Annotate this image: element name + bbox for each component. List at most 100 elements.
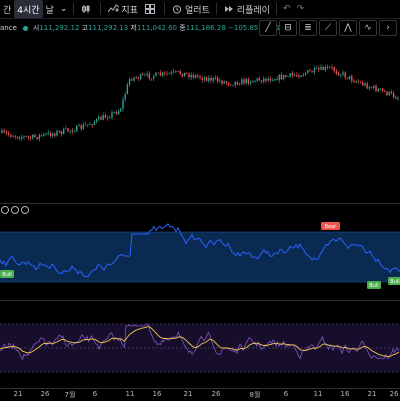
candle-body bbox=[249, 82, 252, 84]
candle-body bbox=[177, 71, 179, 72]
candle-body bbox=[49, 132, 52, 137]
trendline-tool-button[interactable]: ╱ bbox=[259, 20, 277, 36]
candle-body bbox=[223, 81, 225, 84]
candle-body bbox=[78, 125, 80, 127]
candle-body bbox=[373, 85, 375, 88]
ray-tool-button[interactable]: ⟋ bbox=[319, 20, 337, 36]
undo-button[interactable]: ↶ bbox=[280, 0, 294, 18]
candle-body bbox=[150, 78, 153, 80]
candle-body bbox=[333, 67, 335, 72]
interval-dropdown-button[interactable]: ⌄ bbox=[57, 0, 71, 18]
candle-body bbox=[260, 80, 263, 82]
path-icon: ∿ bbox=[364, 23, 372, 33]
rsi-pane[interactable] bbox=[0, 304, 400, 386]
replay-button[interactable]: 리플레이 bbox=[220, 0, 273, 18]
candle-body bbox=[155, 72, 157, 77]
candle-body bbox=[203, 77, 206, 80]
symbol-name[interactable]: ance bbox=[0, 24, 17, 32]
interval-minute-button[interactable]: 간 bbox=[0, 0, 14, 18]
candle-body bbox=[89, 124, 91, 126]
candle-body bbox=[29, 137, 32, 139]
candle-body bbox=[84, 124, 87, 126]
candle-body bbox=[14, 136, 16, 138]
time-axis[interactable]: 21 26 7월 6 11 16 21 26 8월 6 11 16 21 26 bbox=[0, 388, 400, 401]
candle-body bbox=[291, 73, 294, 76]
candle-body bbox=[106, 117, 109, 119]
candle-body bbox=[335, 71, 338, 74]
chart-toolbar: 간 4시간 날 ⌄ 지표 얼러트 리플레이 ↶ ↷ bbox=[0, 0, 400, 19]
oscillator-pane[interactable]: Bear Bull Bull Bull bbox=[0, 214, 400, 296]
candle-body bbox=[282, 74, 285, 80]
bear-tag-label: Bear bbox=[325, 224, 338, 230]
candle-body bbox=[153, 76, 155, 79]
trendline-icon: ╱ bbox=[265, 23, 271, 33]
candle-body bbox=[120, 108, 122, 112]
candle-body bbox=[93, 121, 96, 125]
candle-body bbox=[263, 78, 265, 82]
candle-body bbox=[348, 75, 351, 79]
grid-icon bbox=[144, 3, 156, 15]
candle-body bbox=[247, 78, 250, 84]
candle-body bbox=[379, 88, 382, 90]
candle-body bbox=[340, 74, 342, 76]
candle-body bbox=[302, 74, 305, 76]
fib-tool-button[interactable]: ≣ bbox=[299, 20, 317, 36]
candle-body bbox=[128, 79, 131, 85]
path-tool-button[interactable]: ∿ bbox=[359, 20, 377, 36]
candle-body bbox=[10, 134, 12, 137]
redo-button[interactable]: ↷ bbox=[293, 0, 307, 18]
time-axis-tick: 26 bbox=[40, 390, 50, 398]
candle-body bbox=[1, 130, 3, 133]
candle-body bbox=[329, 66, 331, 68]
pattern-tool-button[interactable]: ⋀ bbox=[339, 20, 357, 36]
candle-body bbox=[267, 78, 269, 81]
time-axis-tick: 21 bbox=[13, 390, 23, 398]
pane-divider[interactable] bbox=[0, 300, 400, 301]
pane-settings-icon[interactable] bbox=[11, 206, 19, 214]
candle-body bbox=[397, 97, 399, 99]
candle-body bbox=[254, 80, 256, 82]
candle-body bbox=[238, 84, 241, 86]
horizontal-line-tool-button[interactable]: ⊟ bbox=[279, 20, 297, 36]
candle-body bbox=[139, 74, 142, 79]
candle-body bbox=[186, 72, 188, 74]
candle-body bbox=[179, 71, 181, 74]
candle-body bbox=[344, 72, 346, 78]
candle-body bbox=[236, 81, 239, 85]
more-tools-button[interactable]: › bbox=[379, 20, 397, 36]
pane-remove-icon[interactable] bbox=[21, 206, 29, 214]
layout-templates-button[interactable] bbox=[141, 0, 161, 18]
candle-body bbox=[192, 74, 195, 78]
candle-body bbox=[109, 117, 111, 119]
ray-icon: ⟋ bbox=[324, 23, 332, 33]
candle-body bbox=[245, 78, 247, 84]
pane-divider[interactable] bbox=[0, 203, 400, 204]
candle-body bbox=[91, 124, 93, 126]
time-axis-tick: 6 bbox=[283, 390, 289, 398]
candle-body bbox=[115, 111, 118, 114]
price-chart-pane[interactable] bbox=[0, 38, 400, 200]
toolbar-separator bbox=[100, 3, 102, 15]
candle-body bbox=[113, 111, 115, 113]
time-axis-tick: 6 bbox=[92, 390, 98, 398]
candle-body bbox=[234, 81, 236, 86]
pane-visibility-icon[interactable] bbox=[1, 206, 9, 214]
indicators-button[interactable]: 지표 bbox=[104, 0, 141, 18]
candle-body bbox=[324, 66, 327, 71]
candle-body bbox=[388, 91, 390, 96]
time-axis-tick: 11 bbox=[125, 390, 135, 398]
candle-body bbox=[18, 137, 21, 139]
candle-body bbox=[326, 66, 329, 68]
alert-button[interactable]: 얼러트 bbox=[168, 0, 213, 18]
interval-day-button[interactable]: 날 bbox=[43, 0, 57, 18]
candle-body bbox=[342, 72, 344, 75]
time-axis-tick: 16 bbox=[340, 390, 350, 398]
candle-body bbox=[175, 71, 177, 72]
toolbar-separator bbox=[163, 3, 165, 15]
candle-style-button[interactable] bbox=[77, 0, 97, 18]
candle-body bbox=[25, 136, 27, 138]
interval-4h-button[interactable]: 4시간 bbox=[14, 0, 43, 18]
fibonacci-icon: ≣ bbox=[304, 23, 312, 33]
candle-body bbox=[159, 72, 162, 76]
replay-icon bbox=[223, 3, 235, 15]
